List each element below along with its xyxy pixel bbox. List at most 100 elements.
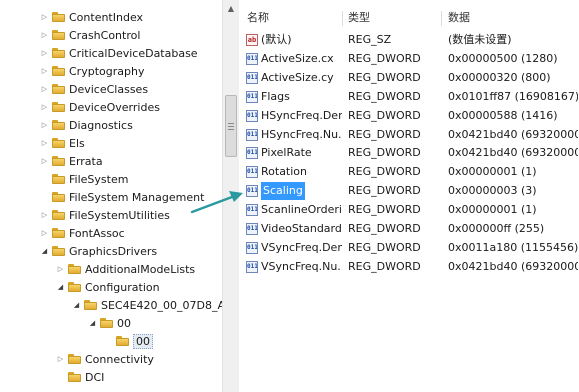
tree-item-label: Connectivity [85, 352, 154, 366]
registry-value-row[interactable]: 011ScanlineOrderi... REG_DWORD 0x00000001 … [240, 201, 579, 219]
tree-item-label: CrashControl [69, 28, 141, 42]
tree-item[interactable]: ◢ SEC4E420_00_07D8_A2^C [72, 296, 222, 314]
dword-value-icon: 011 [246, 128, 258, 141]
tree-item[interactable]: ▷ Errata [40, 152, 103, 170]
folder-icon [68, 372, 81, 382]
collapsed-arrow-icon[interactable]: ▷ [40, 62, 49, 80]
tree-item-label: CriticalDeviceDatabase [69, 46, 198, 60]
value-name-cell: 011 Rotation [246, 163, 342, 181]
value-name: HSyncFreq.Den... [261, 108, 342, 122]
expanded-arrow-icon[interactable]: ◢ [88, 314, 97, 332]
registry-value-row[interactable]: 011HSyncFreq.Den... REG_DWORD 0x00000588 (… [240, 107, 579, 125]
tree-item-label: DeviceClasses [69, 82, 149, 96]
folder-icon [68, 282, 81, 292]
value-type: REG_DWORD [348, 184, 421, 198]
expanded-arrow-icon[interactable]: ◢ [72, 296, 81, 314]
value-data: 0x0421bd40 (69320000) [448, 127, 578, 141]
registry-value-row[interactable]: 011 VideoStandard REG_DWORD 0x000000ff (255… [240, 220, 579, 238]
tree-item[interactable]: ▷ FileSystemUtilities [40, 206, 170, 224]
registry-value-row[interactable]: 011 VSyncFreq.Nu... REG_DWORD 0x0421bd40 (6… [240, 258, 579, 276]
tree-item[interactable]: ▷ CriticalDeviceDatabase [40, 44, 198, 62]
folder-icon [68, 354, 81, 364]
value-name-cell: ab (默认) [246, 31, 342, 49]
tree-item[interactable]: ▷ Cryptography [40, 62, 145, 80]
collapsed-arrow-icon[interactable]: ▷ [40, 80, 49, 98]
registry-value-row[interactable]: 011 Scaling REG_DWORD 0x00000003 (3) [240, 182, 579, 201]
dword-value-icon: 011 [246, 260, 258, 273]
tree-item-label: Errata [69, 154, 103, 168]
dword-value-icon: 011 [246, 90, 258, 103]
tree-vertical-scrollbar[interactable]: ▲ [222, 0, 239, 392]
registry-value-row[interactable]: 011 PixelRate REG_DWORD 0x0421bd40 (6932000… [240, 144, 579, 162]
scroll-thumb[interactable] [225, 95, 237, 157]
tree-item[interactable]: ▷ Els [40, 134, 85, 152]
tree-item[interactable]: ▷ ContentIndex [40, 8, 143, 26]
value-data: 0x00000001 (1) [448, 165, 537, 179]
value-type: REG_DWORD [348, 222, 421, 235]
tree-item[interactable]: FileSystem Management [40, 188, 204, 206]
tree-item[interactable]: ▷ Diagnostics [40, 116, 133, 134]
collapsed-arrow-icon[interactable]: ▷ [40, 26, 49, 44]
collapsed-arrow-icon[interactable]: ▷ [56, 350, 65, 368]
tree-item[interactable]: DCI [56, 368, 104, 386]
tree-item[interactable]: ◢ Configuration [56, 278, 160, 296]
value-type: REG_SZ [348, 33, 392, 46]
value-name: ScanlineOrderi... [261, 203, 342, 217]
folder-icon [52, 48, 65, 58]
collapsed-arrow-icon[interactable]: ▷ [40, 44, 49, 62]
tree-item[interactable]: ▷ AdditionalModeLists [56, 260, 195, 278]
registry-value-row[interactable]: 011 Flags REG_DWORD 0x0101ff87 (16908167) [240, 88, 579, 106]
registry-values-list[interactable]: 名称 类型 数据 ab (默认) REG_SZ (数值未设置) 011 ActiveSiz… [240, 0, 579, 392]
value-data: 0x00000003 (3) [448, 184, 537, 198]
folder-icon [116, 336, 129, 346]
expanded-arrow-icon[interactable]: ◢ [40, 242, 49, 260]
value-type: REG_DWORD [348, 203, 421, 217]
registry-value-row[interactable]: 011 HSyncFreq.Nu... REG_DWORD 0x0421bd40 (6… [240, 126, 579, 144]
tree-item[interactable]: ▷ Connectivity [56, 350, 154, 368]
collapsed-arrow-icon[interactable]: ▷ [40, 206, 49, 224]
collapsed-arrow-icon[interactable]: ▷ [40, 134, 49, 152]
folder-icon [52, 102, 65, 112]
collapsed-arrow-icon[interactable]: ▷ [40, 116, 49, 134]
registry-value-row[interactable]: 011 ActiveSize.cx REG_DWORD 0x00000500 (128… [240, 50, 579, 68]
collapsed-arrow-icon[interactable]: ▷ [40, 152, 49, 170]
value-type: REG_DWORD [348, 89, 421, 103]
tree-item[interactable]: ▷ DeviceClasses [40, 80, 148, 98]
value-name: ActiveSize.cy [261, 70, 334, 84]
tree-item[interactable]: 00 [104, 332, 153, 350]
collapsed-arrow-icon[interactable]: ▷ [56, 260, 65, 278]
value-data: 0x0421bd40 (69320000) [448, 146, 578, 160]
value-type: REG_DWORD [348, 165, 421, 179]
value-name-cell: 011 ActiveSize.cy [246, 69, 342, 87]
grip-icon [228, 122, 234, 130]
scroll-up-arrow-icon[interactable]: ▲ [223, 0, 239, 16]
tree-item[interactable]: ▷ FontAssoc [40, 224, 125, 242]
collapsed-arrow-icon[interactable]: ▷ [40, 224, 49, 242]
no-expander [40, 170, 49, 188]
tree-item-label: Diagnostics [69, 118, 133, 132]
registry-value-row[interactable]: 011 Rotation REG_DWORD 0x00000001 (1) [240, 163, 579, 181]
value-data: 0x0011a180 (1155456) [448, 240, 578, 254]
tree-item[interactable]: ▷ DeviceOverrides [40, 98, 160, 116]
column-header-data[interactable]: 数据 [441, 8, 571, 28]
value-name: HSyncFreq.Nu... [261, 127, 342, 141]
tree-item[interactable]: ◢ 00 [88, 314, 131, 332]
column-header-type[interactable]: 类型 [341, 8, 441, 28]
expanded-arrow-icon[interactable]: ◢ [56, 278, 65, 296]
collapsed-arrow-icon[interactable]: ▷ [40, 98, 49, 116]
registry-value-row[interactable]: 011VSyncFreq.Den... REG_DWORD 0x0011a180 (… [240, 239, 579, 257]
dword-value-icon: 011 [246, 71, 258, 84]
tree-item[interactable]: ▷ CrashControl [40, 26, 141, 44]
tree-item[interactable]: FileSystem [40, 170, 128, 188]
tree-item[interactable]: ◢ GraphicsDrivers [40, 242, 157, 260]
registry-value-row[interactable]: 011 ActiveSize.cy REG_DWORD 0x00000320 (800… [240, 69, 579, 87]
collapsed-arrow-icon[interactable]: ▷ [40, 8, 49, 26]
value-type: REG_DWORD [348, 127, 421, 141]
registry-value-row[interactable]: ab (默认) REG_SZ (数值未设置) [240, 31, 579, 49]
value-name-cell: 011HSyncFreq.Den... [246, 107, 342, 125]
registry-key-tree[interactable]: ▷ ContentIndex ▷ CrashControl ▷ CriticalDevic… [0, 0, 222, 392]
value-name-cell: 011VSyncFreq.Den... [246, 239, 342, 257]
value-name-cell: 011 ActiveSize.cx [246, 50, 342, 68]
value-type: REG_DWORD [348, 108, 421, 122]
column-header-name[interactable]: 名称 [240, 8, 340, 28]
